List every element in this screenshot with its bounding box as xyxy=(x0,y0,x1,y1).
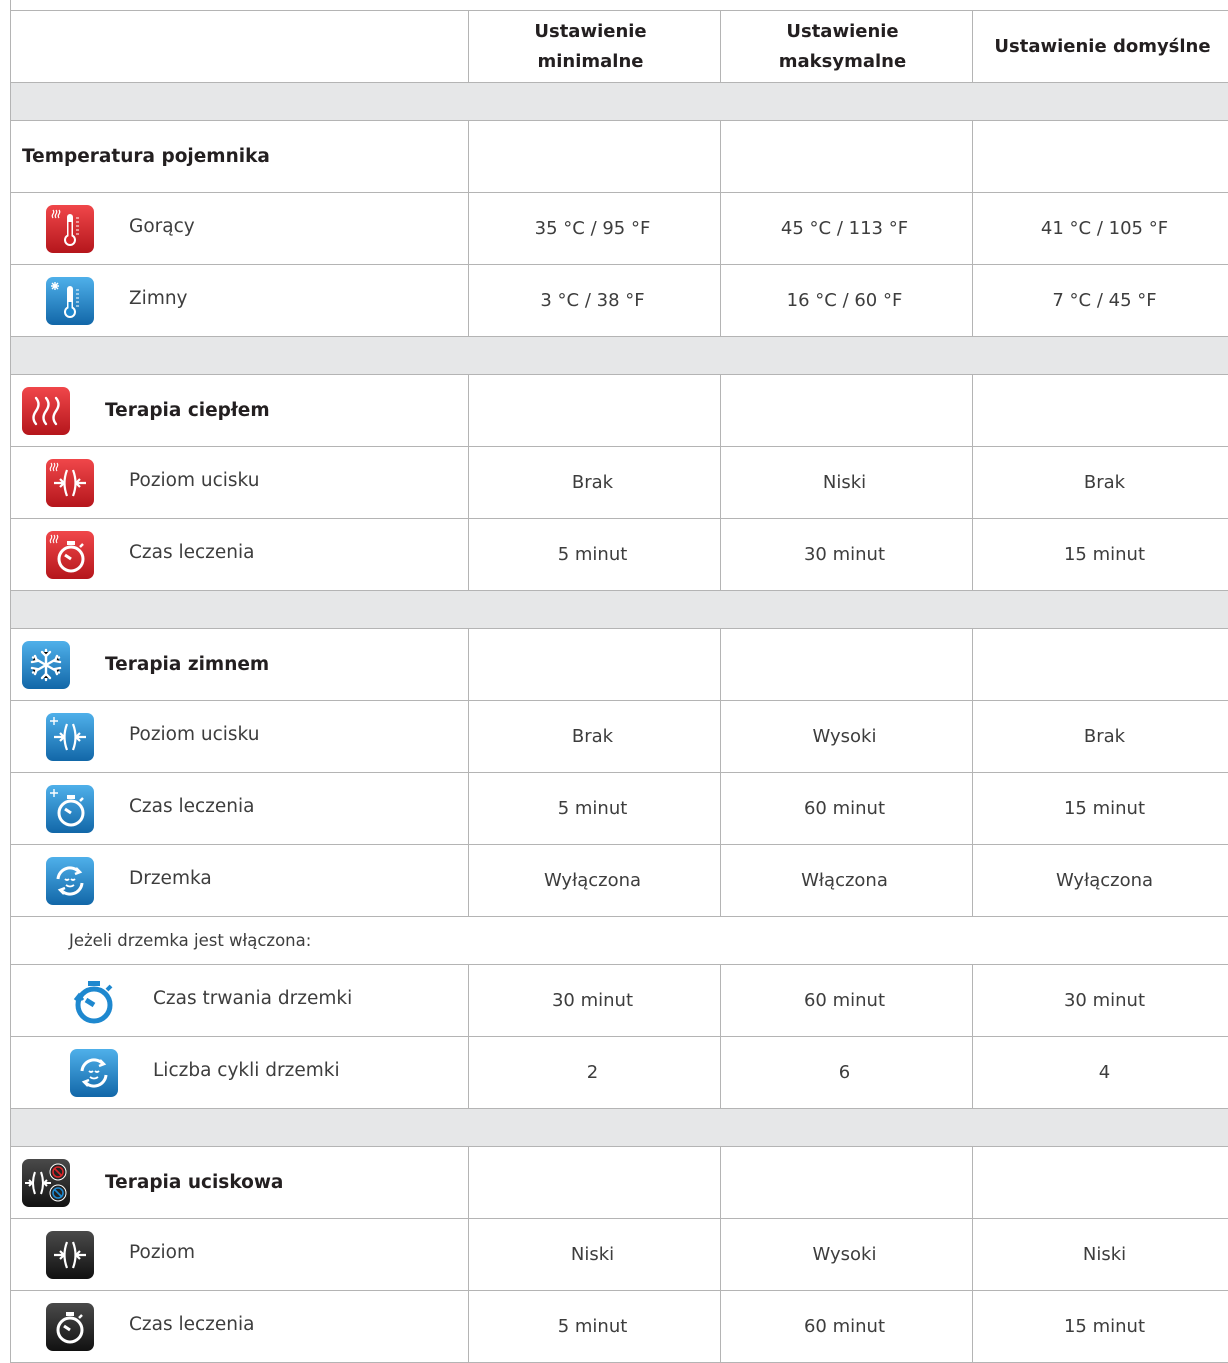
settings-table: Ustawienie minimalne Ustawienie maksymaln… xyxy=(10,10,1228,1363)
value-default: Wyłączona xyxy=(1056,870,1153,891)
top-border-stub xyxy=(10,0,11,10)
value-min: 35 °C / 95 °F xyxy=(535,218,651,239)
category-title: Terapia uciskowa xyxy=(105,1172,283,1193)
value-min: Wyłączona xyxy=(544,870,641,891)
row-label: Gorący xyxy=(129,216,195,237)
header-max-label: Ustawienie maksymalne xyxy=(721,17,972,77)
table-row: Zimny 3 °C / 38 °F 16 °C / 60 °F 7 °C / … xyxy=(11,265,1228,337)
value-default: 7 °C / 45 °F xyxy=(1052,290,1156,311)
header-row: Ustawienie minimalne Ustawienie maksymaln… xyxy=(11,11,1228,83)
compression-no-temp-icon xyxy=(21,1158,71,1208)
value-max: 16 °C / 60 °F xyxy=(787,290,903,311)
cold-timer-icon xyxy=(45,784,95,834)
header-default-label: Ustawienie domyślne xyxy=(973,32,1228,62)
separator-row xyxy=(11,1109,1228,1147)
snowflake-icon xyxy=(21,640,71,690)
row-label: Zimny xyxy=(129,288,188,309)
category-cold-therapy: Terapia zimnem xyxy=(11,629,1228,701)
value-min: 5 minut xyxy=(558,544,628,565)
table-row: Poziom ucisku Brak Niski Brak xyxy=(11,447,1228,519)
category-heat-therapy: Terapia ciepłem xyxy=(11,375,1228,447)
compression-icon xyxy=(45,1230,95,1280)
value-min: Brak xyxy=(572,726,613,747)
table-row: Liczba cykli drzemki 2 6 4 xyxy=(11,1037,1228,1109)
header-min: Ustawienie minimalne xyxy=(469,11,721,83)
value-max: 6 xyxy=(839,1062,850,1083)
table-row: Gorący 35 °C / 95 °F 45 °C / 113 °F 41 °… xyxy=(11,193,1228,265)
row-label: Poziom xyxy=(129,1242,195,1263)
category-title: Terapia zimnem xyxy=(105,654,269,675)
row-label: Poziom ucisku xyxy=(129,724,259,745)
table-row: Czas leczenia 5 minut 30 minut 15 minut xyxy=(11,519,1228,591)
table-row: Drzemka Wyłączona Włączona Wyłączona xyxy=(11,845,1228,917)
value-max: Włączona xyxy=(801,870,888,891)
hot-thermometer-icon xyxy=(45,204,95,254)
category-compression-therapy: Terapia uciskowa xyxy=(11,1147,1228,1219)
value-default: Brak xyxy=(1084,726,1125,747)
table-row: Czas trwania drzemki 30 minut 60 minut 3… xyxy=(11,965,1228,1037)
value-min: 3 °C / 38 °F xyxy=(540,290,644,311)
value-max: Niski xyxy=(823,472,866,493)
separator-row xyxy=(11,337,1228,375)
value-max: Wysoki xyxy=(813,1244,877,1265)
category-container-temperature: Temperatura pojemnika xyxy=(11,121,1228,193)
separator-row xyxy=(11,83,1228,121)
compression-timer-icon xyxy=(45,1302,95,1352)
value-default: 15 minut xyxy=(1064,1316,1145,1337)
value-default: 4 xyxy=(1099,1062,1110,1083)
note-row: Jeżeli drzemka jest włączona: xyxy=(11,917,1228,965)
table-row: Poziom Niski Wysoki Niski xyxy=(11,1219,1228,1291)
heat-timer-icon xyxy=(45,530,95,580)
value-default: 15 minut xyxy=(1064,544,1145,565)
value-max: 60 minut xyxy=(804,798,885,819)
header-min-label: Ustawienie minimalne xyxy=(469,17,720,77)
row-label: Czas leczenia xyxy=(129,1314,254,1335)
snooze-timer-icon xyxy=(69,976,119,1026)
table-row: Czas leczenia 5 minut 60 minut 15 minut xyxy=(11,773,1228,845)
value-min: 2 xyxy=(587,1062,598,1083)
row-label: Czas trwania drzemki xyxy=(153,988,352,1009)
value-default: 30 minut xyxy=(1064,990,1145,1011)
value-min: Brak xyxy=(572,472,613,493)
value-min: Niski xyxy=(571,1244,614,1265)
header-max: Ustawienie maksymalne xyxy=(721,11,973,83)
row-label: Czas leczenia xyxy=(129,796,254,817)
value-max: 60 minut xyxy=(804,990,885,1011)
value-default: Niski xyxy=(1083,1244,1126,1265)
cold-compression-icon xyxy=(45,712,95,762)
snooze-cycle-icon xyxy=(45,856,95,906)
value-max: Wysoki xyxy=(813,726,877,747)
separator-row xyxy=(11,591,1228,629)
value-default: 41 °C / 105 °F xyxy=(1041,218,1168,239)
snooze-cycles-icon xyxy=(69,1048,119,1098)
category-title: Temperatura pojemnika xyxy=(22,146,270,167)
table-row: Czas leczenia 5 minut 60 minut 15 minut xyxy=(11,1291,1228,1363)
header-max-line1: Ustawienie xyxy=(786,21,898,42)
heat-waves-icon xyxy=(21,386,71,436)
snooze-note: Jeżeli drzemka jest włączona: xyxy=(11,931,311,950)
value-max: 30 minut xyxy=(804,544,885,565)
row-label: Drzemka xyxy=(129,868,212,889)
heat-compression-icon xyxy=(45,458,95,508)
cold-thermometer-icon xyxy=(45,276,95,326)
row-label: Liczba cykli drzemki xyxy=(153,1060,340,1081)
value-max: 45 °C / 113 °F xyxy=(781,218,908,239)
category-title: Terapia ciepłem xyxy=(105,400,270,421)
header-max-line2: maksymalne xyxy=(779,51,906,72)
row-label: Czas leczenia xyxy=(129,542,254,563)
value-min: 30 minut xyxy=(552,990,633,1011)
header-empty xyxy=(11,11,469,83)
table-row: Poziom ucisku Brak Wysoki Brak xyxy=(11,701,1228,773)
value-default: Brak xyxy=(1084,472,1125,493)
header-default: Ustawienie domyślne xyxy=(973,11,1228,83)
value-min: 5 minut xyxy=(558,1316,628,1337)
row-label: Poziom ucisku xyxy=(129,470,259,491)
value-default: 15 minut xyxy=(1064,798,1145,819)
value-min: 5 minut xyxy=(558,798,628,819)
value-max: 60 minut xyxy=(804,1316,885,1337)
